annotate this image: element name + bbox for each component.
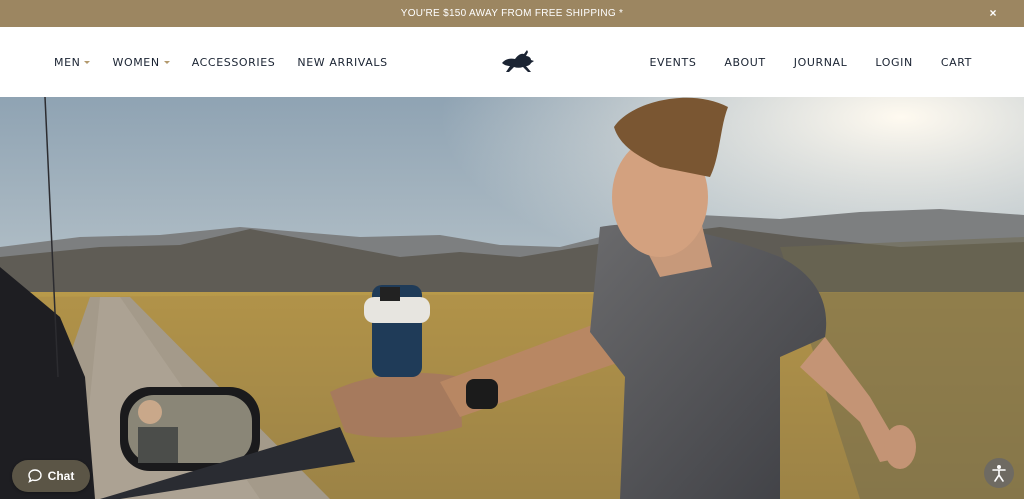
- close-icon[interactable]: ×: [986, 6, 1000, 20]
- chat-bubble-icon: [27, 469, 42, 483]
- site-header: MEN WOMEN ACCESSORIES NEW ARRIVALS EVENT…: [0, 27, 1024, 98]
- free-shipping-message: YOU'RE $150 AWAY FROM FREE SHIPPING *: [400, 8, 624, 19]
- nav-item-events[interactable]: EVENTS: [649, 56, 696, 69]
- nav-label-accessories: ACCESSORIES: [191, 55, 276, 69]
- nav-item-men[interactable]: MEN: [54, 55, 91, 69]
- chat-label: Chat: [47, 469, 75, 483]
- nav-label-women: WOMEN: [112, 55, 160, 69]
- nav-item-women[interactable]: WOMEN: [112, 55, 170, 69]
- primary-nav: MEN WOMEN ACCESSORIES NEW ARRIVALS: [54, 27, 410, 97]
- announcement-bar: YOU'RE $150 AWAY FROM FREE SHIPPING * ×: [0, 0, 1024, 27]
- running-rabbit-logo[interactable]: [500, 49, 536, 75]
- nav-label-new-arrivals: NEW ARRIVALS: [297, 55, 388, 69]
- hero-illustration: [0, 97, 1024, 499]
- chevron-down-icon: [163, 60, 170, 64]
- accessibility-button[interactable]: [984, 458, 1014, 488]
- hero-photo: [0, 97, 1024, 499]
- nav-item-new-arrivals[interactable]: NEW ARRIVALS: [297, 56, 387, 69]
- nav-label-men: MEN: [54, 55, 81, 69]
- chevron-down-icon: [84, 60, 91, 64]
- nav-item-accessories[interactable]: ACCESSORIES: [192, 56, 276, 69]
- nav-item-about[interactable]: ABOUT: [724, 56, 765, 69]
- accessibility-icon: [992, 465, 1006, 482]
- nav-item-login[interactable]: LOGIN: [875, 56, 912, 69]
- nav-item-cart[interactable]: CART: [941, 56, 972, 69]
- nav-item-journal[interactable]: JOURNAL: [794, 56, 848, 69]
- chat-button[interactable]: Chat: [12, 460, 90, 492]
- secondary-nav: EVENTS ABOUT JOURNAL LOGIN CART: [621, 27, 972, 97]
